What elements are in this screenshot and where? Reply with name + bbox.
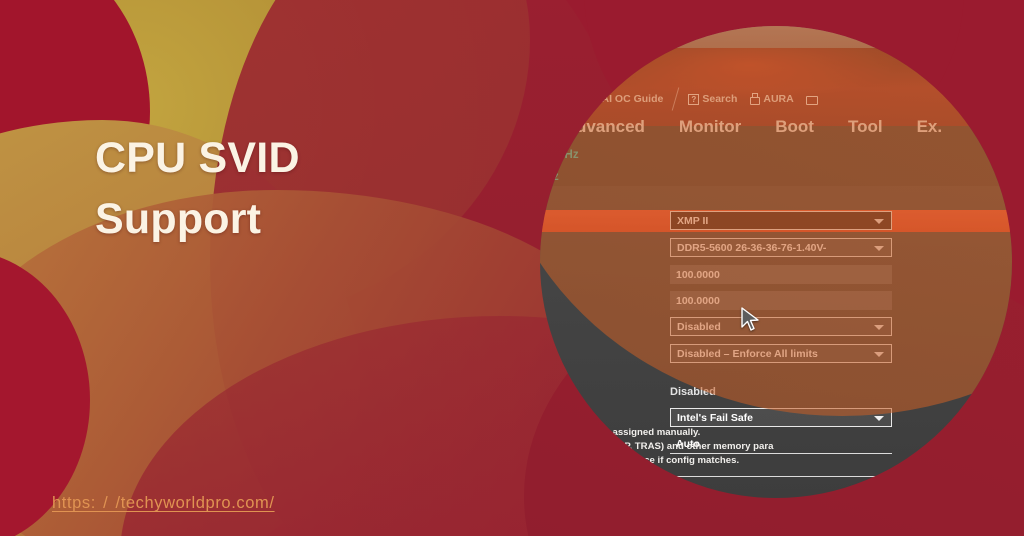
bios-settings-panel: XMP II DDR5-5600 26-36-36-76-1.40V- 100.… (540, 186, 1012, 498)
tab-advanced[interactable]: Advanced (564, 117, 645, 137)
field-enforce-limits[interactable]: Disabled – Enforce All limits (670, 344, 892, 363)
page-title-line-2: Support (95, 195, 262, 244)
field-bclk-frequency-1[interactable]: 100.0000 (670, 265, 892, 284)
site-url-link[interactable]: https: / /techyworldpro.com/ (52, 494, 275, 513)
value-status: Disabled (670, 386, 716, 398)
field-value-ddr5-profile: DDR5-5600 26-36-36-76-1.40V- (677, 241, 827, 254)
toolbar-label-search: Search (702, 93, 738, 105)
field-value-disabled: Disabled (677, 320, 721, 333)
toolbar-item-ai-oc-guide[interactable]: AI OC Guide (586, 93, 664, 105)
bios-screenshot-circle: te Qfan Control AI OC Guide ? Search AUR… (540, 26, 1012, 498)
bios-info-block: de Speed : 6000MHz Speed: 4400MHz (540, 144, 1012, 189)
page-title-line-1: CPU SVID (95, 134, 300, 182)
field-ai-overclock-tuner[interactable]: XMP II (670, 211, 892, 230)
bios-setup-utility: te Qfan Control AI OC Guide ? Search AUR… (540, 26, 1012, 498)
chevron-down-icon (874, 351, 884, 357)
toolbar-item-search[interactable]: ? Search (688, 93, 737, 105)
toolbar-item-qfan-control[interactable]: Qfan Control (540, 93, 576, 105)
chevron-down-icon (874, 245, 884, 251)
toolbar-label-ai-oc-guide: AI OC Guide (601, 93, 664, 105)
tab-tool[interactable]: Tool (848, 117, 883, 137)
chevron-down-icon (874, 218, 884, 224)
page-title: CPU SVID Support (95, 128, 515, 250)
toolbar-divider (672, 87, 680, 111)
toolbar-item-monitor[interactable] (805, 93, 818, 105)
ai-oc-icon (586, 94, 599, 105)
aura-lighting-icon (748, 93, 761, 105)
toolbar-item-aura[interactable]: AURA (748, 93, 794, 105)
toolbar-label-aura: AURA (763, 93, 794, 105)
field-value-enforce-all-limits: Disabled – Enforce All limits (677, 347, 818, 360)
field-value-xmp: XMP II (677, 214, 709, 227)
tab-monitor[interactable]: Monitor (679, 117, 741, 137)
help-line-4: MP profile. (540, 469, 569, 480)
help-line-1: hase clock) frequency can be assigned ma… (540, 427, 701, 438)
help-line-2: emory timings (CL, TRCD, TRP, TRAS) and … (540, 441, 774, 452)
info-core-speed: de Speed : 6000MHz (540, 149, 579, 161)
bios-header-grey-band (540, 26, 1012, 48)
field-xmp-profile[interactable]: DDR5-5600 26-36-36-76-1.40V- (670, 238, 892, 257)
field-value-bclk-2: 100.0000 (676, 294, 720, 307)
field-value-bclk-1: 100.0000 (676, 268, 720, 281)
help-line-3: weaks for improved performance if config… (540, 455, 740, 466)
chevron-down-icon (874, 415, 884, 421)
mouse-pointer-icon (741, 307, 759, 331)
bios-tab-bar: weaker Advanced Monitor Boot Tool Ex. (540, 112, 1012, 142)
tab-boot[interactable]: Boot (775, 117, 814, 137)
field-value-intels-fail-safe: Intel's Fail Safe (677, 411, 754, 424)
help-line-5: MM profiles detected. (540, 483, 633, 494)
chevron-down-icon (874, 324, 884, 330)
bios-toolbar: te Qfan Control AI OC Guide ? Search AUR… (540, 87, 1012, 111)
bios-header-banner (540, 26, 1012, 126)
field-asus-multicore-enhancement[interactable]: Disabled (670, 317, 892, 336)
toolbar-label-qfan-control: Qfan Control (540, 93, 576, 105)
question-mark-icon: ? (688, 93, 700, 105)
field-svid-behavior[interactable]: Intel's Fail Safe (670, 408, 892, 427)
bios-help-text: hase clock) frequency can be assigned ma… (540, 426, 1012, 496)
tab-exit[interactable]: Ex. (917, 117, 943, 137)
monitor-icon (805, 93, 818, 105)
field-bclk-frequency-2[interactable]: 100.0000 (670, 291, 892, 310)
